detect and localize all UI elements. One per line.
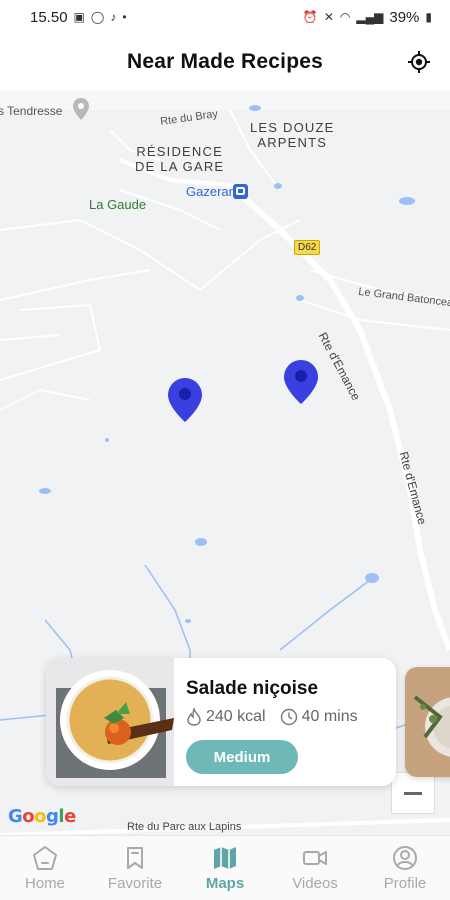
- google-letter: e: [64, 806, 76, 827]
- more-dot-icon: •: [122, 10, 127, 24]
- page-title: Near Made Recipes: [127, 50, 323, 73]
- nav-item-favorite[interactable]: Favorite: [90, 836, 180, 900]
- cook-time-value: 40 mins: [301, 708, 358, 725]
- map-label-la-gaude: La Gaude: [89, 197, 147, 212]
- nav-label: Profile: [383, 874, 427, 892]
- locate-button[interactable]: [406, 49, 432, 75]
- nav-item-home[interactable]: Home: [0, 836, 90, 900]
- clock-icon: [280, 708, 297, 726]
- recipe-card[interactable]: Salade niçoise 240 kcal 40 mins Medium: [46, 658, 396, 786]
- bottom-nav: Home Favorite Maps Videos Profile: [0, 835, 450, 900]
- zoom-out-button[interactable]: [391, 772, 435, 814]
- video-icon: [303, 850, 327, 865]
- nav-item-videos[interactable]: Videos: [270, 836, 360, 900]
- nav-item-profile[interactable]: Profile: [360, 836, 450, 900]
- recipe-image: [405, 667, 450, 777]
- nav-label: Home: [24, 874, 65, 892]
- google-logo: Google: [8, 806, 76, 827]
- map-label-residence: RÉSIDENCE DE LA GARE: [135, 144, 224, 174]
- map-pin[interactable]: [284, 360, 318, 404]
- map-label-line: DE LA GARE: [135, 159, 225, 174]
- nav-label: Videos: [292, 874, 338, 892]
- map-label-tendresse: s Tendresse: [0, 104, 63, 118]
- app-header: Near Made Recipes: [0, 34, 450, 90]
- road-badge-d62: D62: [294, 240, 321, 255]
- mute-icon: ✕: [323, 10, 334, 24]
- google-letter: o: [22, 806, 35, 827]
- whatsapp-icon: ◯: [90, 10, 105, 24]
- calories-value: 240 kcal: [206, 708, 266, 725]
- gallery-icon: ▣: [73, 10, 85, 24]
- home-icon: [33, 845, 57, 870]
- google-letter: o: [34, 806, 47, 827]
- battery-level: 39%: [389, 8, 420, 26]
- status-time: 15.50: [30, 8, 68, 26]
- recipe-card-body: Salade niçoise 240 kcal 40 mins Medium: [174, 658, 366, 786]
- train-station-icon: [233, 184, 248, 199]
- difficulty-button[interactable]: Medium: [186, 740, 298, 774]
- google-letter: G: [8, 806, 23, 827]
- signal-icon: ▂▄▆: [356, 10, 384, 24]
- tiktok-icon: ♪: [110, 10, 117, 24]
- wifi-icon: ◠: [339, 10, 351, 24]
- map-label-line: ARPENTS: [257, 135, 328, 150]
- map-icon: [214, 846, 236, 869]
- recipe-meta: 240 kcal 40 mins: [186, 708, 366, 726]
- nav-item-maps[interactable]: Maps: [180, 836, 270, 900]
- bookmark-icon: [127, 846, 143, 869]
- map-label-parc-lapins: Rte du Parc aux Lapins: [127, 821, 242, 833]
- nav-label: Maps: [205, 874, 245, 892]
- profile-icon: [393, 845, 417, 870]
- flame-icon: [187, 708, 201, 726]
- calories: 240 kcal: [186, 708, 266, 726]
- google-letter: g: [46, 806, 59, 827]
- place-marker-icon: [73, 98, 89, 120]
- recipe-title: Salade niçoise: [186, 678, 319, 699]
- recipe-image: [46, 658, 174, 786]
- cook-time: 40 mins: [280, 708, 358, 726]
- next-recipe-card[interactable]: [405, 667, 450, 777]
- map-pin[interactable]: [168, 378, 202, 422]
- status-bar: 15.50 ▣ ◯ ♪ • ⏰ ✕ ◠ ▂▄▆ 39% ▮: [0, 0, 450, 34]
- map-label-douze-arpents: LES DOUZE ARPENTS: [250, 120, 334, 150]
- map-label-line: LES DOUZE: [250, 120, 335, 135]
- minus-icon: [404, 791, 422, 795]
- map-label-gazeran: Gazeran: [186, 184, 236, 199]
- alarm-icon: ⏰: [302, 10, 318, 24]
- battery-icon: ▮: [425, 10, 432, 24]
- crosshair-icon: [408, 51, 430, 73]
- nav-label: Favorite: [107, 874, 163, 892]
- map-label-line: RÉSIDENCE: [136, 144, 223, 159]
